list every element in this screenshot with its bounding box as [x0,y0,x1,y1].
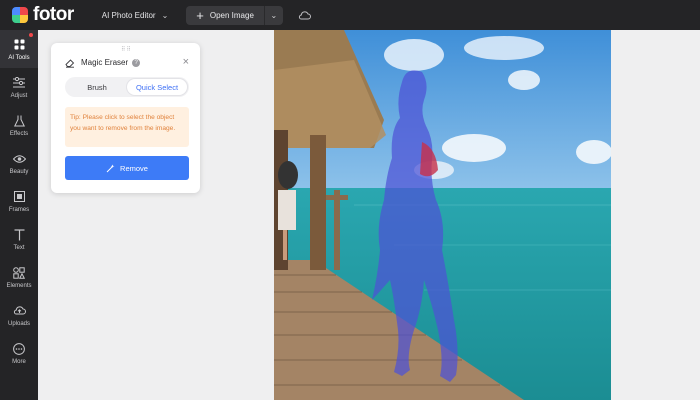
selection-mode-toggle: Brush Quick Select [65,77,189,97]
sidebar-item-label: Beauty [9,168,29,175]
sliders-icon [12,76,26,90]
sidebar-item-label: Frames [8,206,30,213]
sidebar-item-frames[interactable]: Frames [0,182,38,220]
sidebar-item-label: AI Tools [8,54,30,61]
editor-mode-dropdown[interactable]: AI Photo Editor ⌄ [102,11,169,20]
sidebar-item-label: Elements [6,282,32,289]
tab-quick-select[interactable]: Quick Select [127,79,187,95]
left-sidebar: AI Tools Adjust Effects Beauty Frames Te… [0,30,38,400]
sidebar-item-elements[interactable]: Elements [0,258,38,296]
close-icon[interactable]: × [183,57,189,68]
tab-brush[interactable]: Brush [67,79,127,95]
text-icon [12,228,26,242]
notification-dot [29,33,33,37]
drag-handle-icon[interactable]: ⠿⠿ [121,46,132,53]
sidebar-item-effects[interactable]: Effects [0,106,38,144]
sidebar-item-ai-tools[interactable]: AI Tools [0,30,38,68]
open-image-label: Open Image [209,10,254,20]
open-image-button[interactable]: + Open Image [186,5,264,25]
flask-icon [12,114,26,128]
magic-eraser-panel: ⠿⠿ Magic Eraser ? × Brush Quick Select T… [51,43,200,193]
frame-icon [12,190,26,204]
grid-icon [12,38,26,52]
top-bar: fotor AI Photo Editor ⌄ + Open Image ⌄ [0,0,700,30]
sidebar-item-label: Effects [9,130,29,137]
sidebar-item-uploads[interactable]: Uploads [0,296,38,334]
open-image-dropdown-button[interactable]: ⌄ [263,5,283,25]
more-icon [12,342,26,356]
tip-message: Tip: Please click to select the object y… [65,107,189,147]
photo-canvas[interactable] [274,30,611,400]
sidebar-item-label: Adjust [10,92,28,99]
panel-header: Magic Eraser ? × [65,57,189,68]
cloud-upload-icon [12,304,26,318]
editor-mode-label: AI Photo Editor [101,10,156,20]
remove-button[interactable]: Remove [65,156,189,180]
eraser-icon [65,58,75,68]
panel-title: Magic Eraser [81,58,129,67]
open-image-group: + Open Image ⌄ [186,5,283,25]
sidebar-item-label: Text [13,244,25,251]
sidebar-item-text[interactable]: Text [0,220,38,258]
eye-icon [12,152,26,166]
sidebar-item-more[interactable]: More [0,334,38,372]
remove-label: Remove [120,163,148,173]
chevron-down-icon: ⌄ [161,10,169,20]
sidebar-item-label: Uploads [7,320,30,327]
logo-text: fotor [33,4,74,25]
magic-wand-icon [106,164,115,172]
cloud-icon[interactable] [297,7,313,23]
sidebar-item-adjust[interactable]: Adjust [0,68,38,106]
logo[interactable]: fotor [12,4,74,26]
logo-mark-icon [12,7,28,23]
help-icon[interactable]: ? [132,58,141,67]
sidebar-item-beauty[interactable]: Beauty [0,144,38,182]
shapes-icon [12,266,26,280]
sidebar-item-label: More [12,358,26,365]
chevron-down-icon: ⌄ [270,10,278,20]
edited-photo [274,30,611,400]
plus-icon: + [196,7,204,23]
